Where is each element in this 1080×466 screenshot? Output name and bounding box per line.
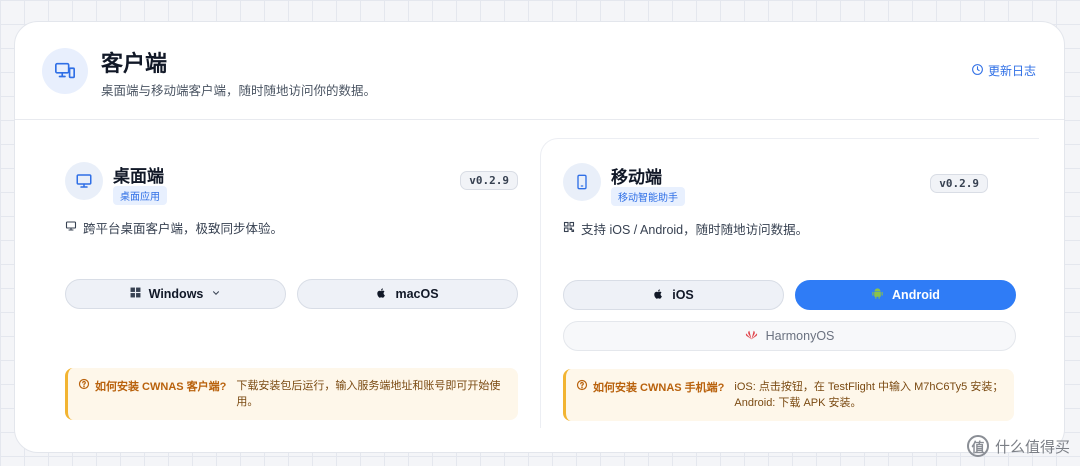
mobile-install-notice: 如何安装 CWNAS 手机端? iOS: 点击按钮，在 TestFlight 中… (563, 369, 1014, 421)
mobile-panel: 移动端 移动智能助手 v0.2.9 支持 iOS / Android，随时随地访… (540, 138, 1039, 428)
desktop-install-notice: 如何安装 CWNAS 客户端? 下载安装包后运行，输入服务端地址和账号即可开始使… (65, 368, 518, 420)
desktop-tag: 桌面应用 (113, 186, 167, 205)
desktop-version-badge: v0.2.9 (460, 171, 518, 190)
desktop-notice-question: 如何安装 CWNAS 客户端? (95, 380, 227, 393)
windows-download-button[interactable]: Windows (65, 279, 286, 309)
qr-code-icon (563, 221, 575, 236)
help-circle-icon (576, 379, 588, 396)
android-icon (871, 287, 884, 303)
history-icon (971, 63, 984, 79)
desktop-panel: 桌面端 桌面应用 v0.2.9 跨平台桌面客户端，极致同步体验。 Windows (41, 140, 540, 425)
desktop-title: 桌面端 (113, 167, 164, 186)
mobile-notice-answer: iOS: 点击按钮，在 TestFlight 中输入 M7hC6Ty5 安装；A… (734, 381, 1004, 409)
devices-icon (42, 48, 88, 94)
changelog-label: 更新日志 (987, 64, 1036, 78)
mobile-version-badge: v0.2.9 (930, 174, 988, 193)
page-title: 客户端 (101, 51, 168, 76)
watermark-logo-icon: 值 (966, 435, 989, 457)
mobile-notice-question: 如何安装 CWNAS 手机端? (593, 381, 725, 394)
card-header: 客户端 桌面端与移动端客户端，随时随地访问你的数据。 更新日志 (15, 22, 1064, 120)
mobile-description: 支持 iOS / Android，随时随地访问数据。 (563, 219, 808, 238)
monitor-small-icon (65, 220, 77, 235)
changelog-link[interactable]: 更新日志 (971, 62, 1036, 79)
mobile-title: 移动端 (611, 168, 662, 187)
huawei-icon (745, 329, 758, 343)
page-subtitle: 桌面端与移动端客户端，随时随地访问你的数据。 (101, 84, 377, 98)
apple-icon (653, 288, 664, 303)
smartphone-icon (563, 163, 601, 201)
android-download-button[interactable]: Android (795, 280, 1016, 310)
watermark: 值 什么值得买 (966, 435, 1070, 457)
desktop-description: 跨平台桌面客户端，极致同步体验。 (65, 218, 283, 237)
desktop-notice-answer: 下载安装包后运行，输入服务端地址和账号即可开始使用。 (236, 380, 501, 408)
apple-icon (376, 287, 387, 302)
windows-icon (130, 287, 141, 301)
harmonyos-download-button[interactable]: HarmonyOS (563, 321, 1016, 351)
watermark-text: 什么值得买 (994, 438, 1070, 456)
ios-download-button[interactable]: iOS (563, 280, 784, 310)
mobile-tag: 移动智能助手 (611, 187, 685, 206)
monitor-icon (65, 162, 103, 200)
chevron-down-icon (211, 287, 221, 301)
help-circle-icon (78, 378, 90, 395)
macos-download-button[interactable]: macOS (297, 279, 518, 309)
client-card: 客户端 桌面端与移动端客户端，随时随地访问你的数据。 更新日志 桌面端 桌面应用… (14, 21, 1065, 453)
